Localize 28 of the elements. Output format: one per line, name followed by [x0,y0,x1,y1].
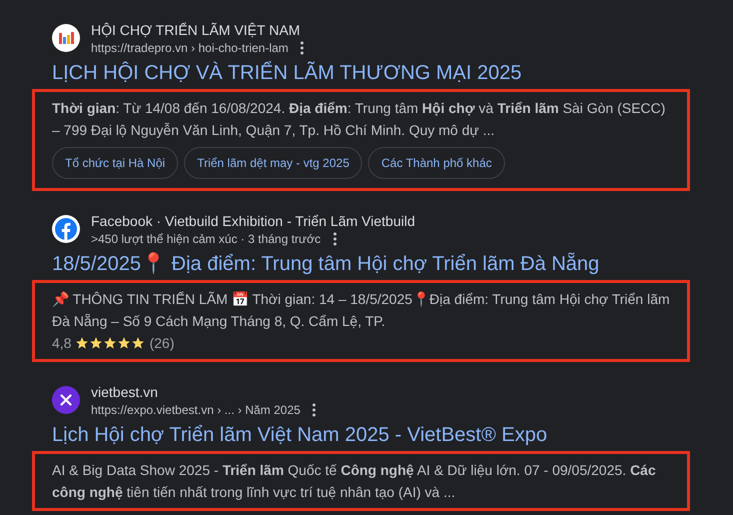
star-icon [103,336,118,350]
more-options-icon[interactable] [332,232,337,246]
related-search-chip[interactable]: Triển lãm dệt may - vtg 2025 [184,147,362,179]
site-name: HỘI CHỢ TRIỂN LÃM VIỆT NAM [91,21,302,40]
result-snippet: AI & Big Data Show 2025 - Triển lãm Quốc tế Công nghệ AI & Dữ liệu lớn. 07 - 09/05/2025. Các công nghệ tiên tiến nhất trong lĩnh vực trí tuệ nhân tạo (AI) và ... [52,461,657,502]
result-snippet: 📌 THÔNG TIN TRIỂN LÃM 📅 Thời gian: 14 – 18/5/2025📍Địa điểm: Trung tâm Hội chợ Triển lãm Đà Nẵng – Số 9 Cách Mạng Tháng 8, Q. Cẩm Lệ, TP. [52,290,670,331]
site-name: vietbest.vn [91,383,159,402]
more-options-icon[interactable] [300,41,304,55]
star-icon [89,336,104,350]
star-icon [131,336,146,350]
star-icon [75,336,90,350]
result-url: >450 lượt thể hiện cảm xúc · 3 tháng trước [91,231,321,247]
facebook-logo-icon [52,215,80,243]
result-url: https://expo.vietbest.vn › ... › Năm 2025 [91,402,300,418]
result-title-link[interactable]: Lịch Hội chợ Triển lãm Việt Nam 2025 - VietBest® Expo [52,421,713,449]
related-search-chip[interactable]: Các Thành phố khác [368,147,505,179]
result-url: https://tradepro.vn › hoi-cho-trien-lam [91,40,288,56]
site-name: Facebook · Vietbuild Exhibition - Triển Lãm Vietbuild [91,212,415,231]
result-snippet: Thời gian: Từ 14/08 đến 16/08/2024. Địa điểm: Trung tâm Hội chợ và Triển lãm Sài Gòn (SECC) – 799 Đại lộ Nguyễn Văn Linh, Quận 7, Tp. Hồ Chí Minh. Quy mô dự ... [52,99,666,140]
x-logo-icon [52,386,80,414]
review-count: (26) [149,334,174,353]
rating-value: 4,8 [52,334,72,353]
more-options-icon[interactable] [312,403,316,417]
star-icon [117,336,132,350]
result-title-link[interactable]: 18/5/2025📍 Địa điểm: Trung tâm Hội chợ Triển lãm Đà Nẵng [52,250,713,278]
result-title-link[interactable]: LỊCH HỘI CHỢ VÀ TRIỂN LÃM THƯƠNG MẠI 2025 [52,59,713,87]
chart-logo-icon [52,24,80,52]
related-search-chip[interactable]: Tổ chức tại Hà Nội [52,147,178,179]
